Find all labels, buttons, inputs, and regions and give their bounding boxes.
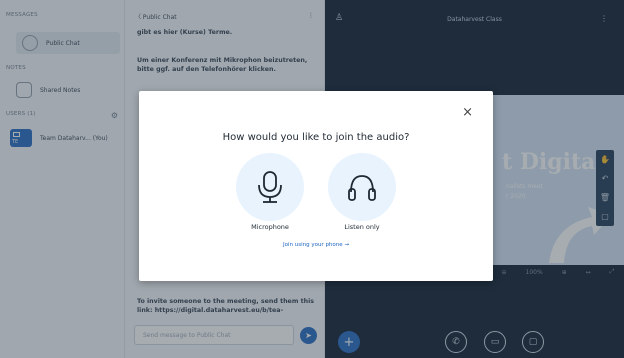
join-phone-link[interactable]: Join using your phone →	[139, 242, 493, 248]
close-icon[interactable]: ×	[462, 105, 473, 120]
listen-only-button[interactable]	[328, 153, 396, 221]
modal-title: How would you like to join the audio?	[222, 132, 410, 143]
microphone-icon	[258, 171, 282, 203]
listen-only-label: Listen only	[344, 223, 380, 231]
microphone-label: Microphone	[251, 223, 289, 231]
join-audio-modal: × How would you like to join the audio? …	[139, 91, 493, 281]
microphone-button[interactable]	[236, 153, 304, 221]
headphones-icon	[348, 175, 376, 201]
